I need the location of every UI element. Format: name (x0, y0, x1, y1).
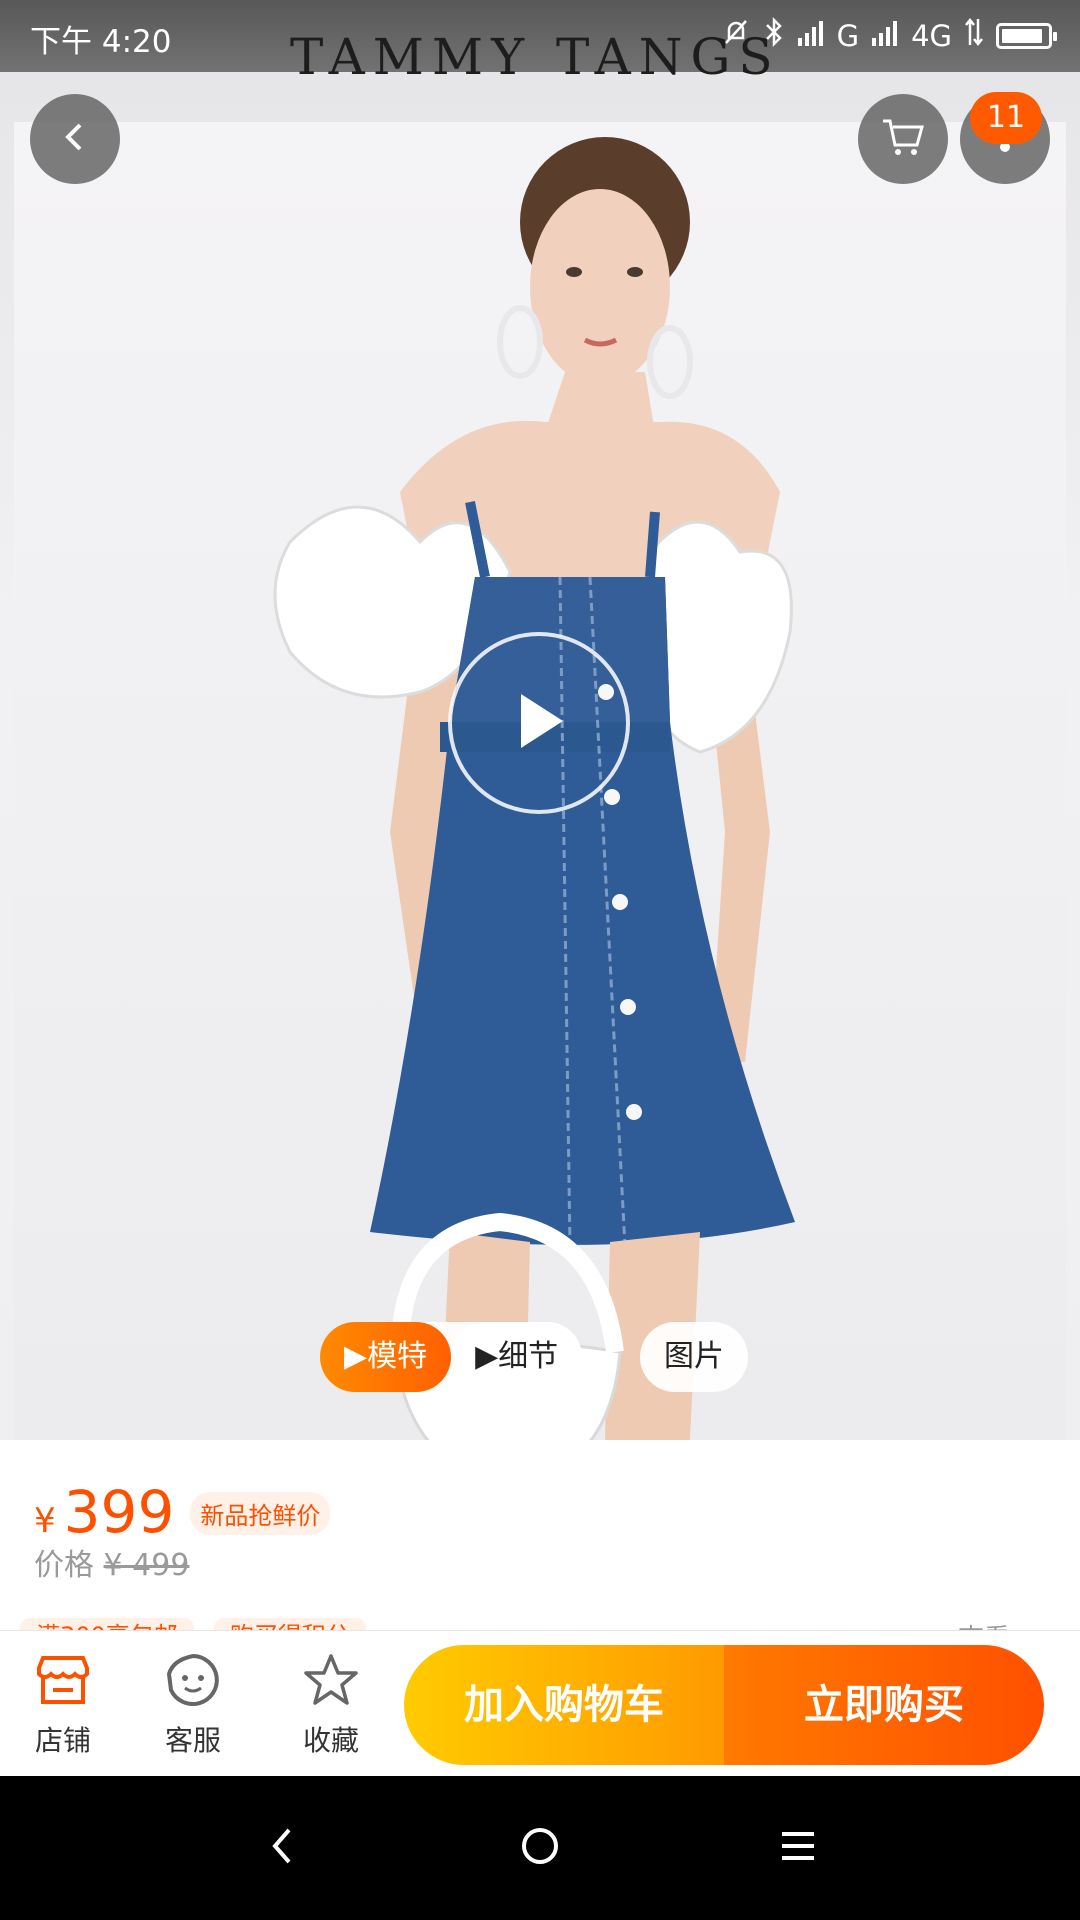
nav-menu-button[interactable] (766, 1816, 830, 1880)
add-to-cart-button[interactable]: 加入购物车 (404, 1645, 724, 1765)
cart-icon (881, 117, 925, 161)
back-button[interactable] (30, 94, 120, 184)
favorite-button[interactable]: 收藏 (276, 1651, 386, 1759)
notification-badge: 11 (970, 92, 1042, 144)
data-transfer-icon (964, 17, 984, 54)
shop-button[interactable]: 店铺 (8, 1651, 118, 1759)
customer-service-button[interactable]: 客服 (138, 1651, 248, 1759)
price-section: ¥ 399 新品抢鲜价 (0, 1440, 1080, 1630)
price-tag: 新品抢鲜价 (190, 1492, 331, 1535)
nav-home-icon (520, 1826, 560, 1870)
media-tabs: ▶模特 ▶细节 (320, 1322, 583, 1392)
favorite-label: 收藏 (302, 1724, 359, 1757)
nav-home-button[interactable] (508, 1816, 572, 1880)
nav-back-button[interactable] (250, 1816, 314, 1880)
play-video-button[interactable] (448, 632, 630, 814)
service-label: 客服 (164, 1724, 221, 1757)
star-icon (276, 1651, 386, 1709)
status-time: 下午 4:20 (30, 24, 172, 60)
signal-icon-2 (871, 19, 899, 53)
price-currency: ¥ (34, 1501, 56, 1541)
signal-icon-1 (797, 19, 825, 53)
play-icon (509, 688, 569, 758)
action-bar: 店铺 客服 收藏 加入购物车 立即购买 (0, 1630, 1080, 1776)
original-price-label: 价格 (34, 1548, 94, 1583)
buy-now-button[interactable]: 立即购买 (724, 1645, 1044, 1765)
tab-model-video[interactable]: ▶模特 (320, 1322, 452, 1392)
price-row: ¥ 399 新品抢鲜价 (34, 1478, 331, 1546)
cart-button[interactable] (858, 94, 948, 184)
brand-logo: TAMMY TANGS (290, 28, 781, 86)
original-price-value: ¥ 499 (103, 1548, 190, 1583)
network-type-1: G (836, 18, 860, 53)
system-nav-bar (0, 1776, 1080, 1920)
nav-back-icon (267, 1826, 297, 1870)
service-face-icon (138, 1651, 248, 1709)
shop-label: 店铺 (34, 1724, 91, 1757)
network-type-2: 4G (911, 18, 952, 53)
price-value: 399 (63, 1478, 175, 1546)
tab-detail-video[interactable]: ▶细节 (451, 1322, 583, 1392)
video-tab-group: ▶模特 ▶细节 (320, 1322, 583, 1392)
nav-menu-icon (780, 1830, 816, 1866)
original-price: 价格 ¥ 499 (34, 1540, 189, 1584)
product-image[interactable]: 11 ▶模特 ▶细节 图片 (0, 72, 1080, 1440)
tab-images[interactable]: 图片 (640, 1322, 748, 1392)
status-bar: 下午 4:20 G 4G TAMMY TANGS (0, 0, 1080, 86)
battery-icon (996, 22, 1057, 49)
shop-icon (8, 1651, 118, 1709)
chevron-left-icon (58, 120, 92, 158)
